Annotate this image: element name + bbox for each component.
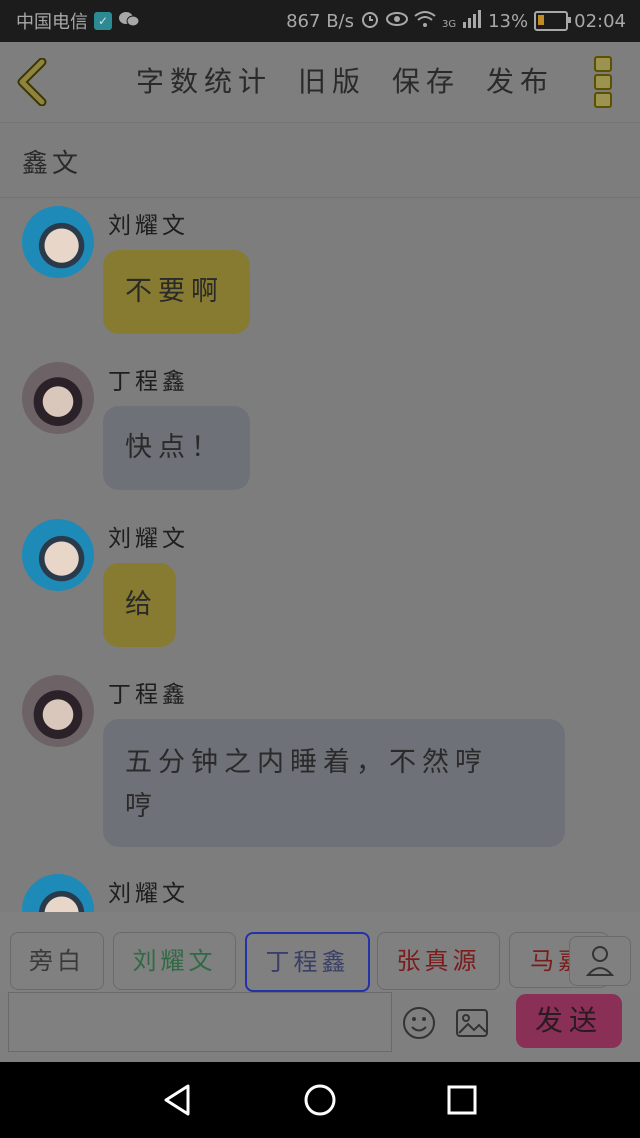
message-bubble[interactable]: 快点！	[103, 406, 250, 490]
net-speed: 867 B/s	[286, 10, 354, 32]
wifi-icon	[414, 10, 436, 33]
signal-icon	[462, 9, 482, 33]
eye-icon	[385, 11, 408, 32]
toolbar: 字数统计 旧版 保存 发布	[0, 42, 640, 123]
sender-name: 刘耀文	[108, 213, 189, 239]
image-icon	[456, 1009, 488, 1037]
nav-home-button[interactable]	[302, 1082, 338, 1118]
character-ding-chengxin[interactable]: 丁程鑫	[245, 932, 370, 992]
message-bubble[interactable]: 给	[103, 563, 176, 647]
square-recents-icon	[447, 1085, 477, 1115]
battery-icon	[534, 11, 572, 31]
save-button[interactable]: 保存	[392, 60, 460, 100]
old-version-button[interactable]: 旧版	[298, 60, 366, 100]
story-title-row[interactable]: 鑫文	[0, 123, 640, 198]
circle-home-icon	[304, 1084, 336, 1116]
chevron-left-icon	[17, 57, 47, 107]
character-selector: 旁白 刘耀文 丁程鑫 张真源 马嘉	[0, 912, 640, 992]
word-count-button[interactable]: 字数统计	[136, 60, 272, 100]
message-line: 五分钟之内睡着，不然哼	[125, 747, 488, 778]
alarm-icon	[360, 9, 380, 34]
avatar[interactable]	[22, 362, 94, 434]
menu-dot-icon	[594, 92, 612, 108]
nav-recents-button[interactable]	[444, 1082, 480, 1118]
person-icon	[585, 946, 615, 976]
character-liu-yaowen[interactable]: 刘耀文	[113, 932, 236, 990]
toolbar-actions: 字数统计 旧版 保存 发布	[136, 60, 554, 100]
carrier-label: 中国电信	[16, 12, 88, 33]
avatar[interactable]	[22, 206, 94, 278]
back-button[interactable]	[12, 57, 56, 107]
avatar[interactable]	[22, 874, 94, 912]
sender-name: 丁程鑫	[108, 369, 189, 395]
send-button[interactable]: 发送	[516, 994, 622, 1048]
sender-name: 刘耀文	[108, 526, 189, 552]
avatar[interactable]	[22, 519, 94, 591]
battery-percent: 13%	[488, 10, 529, 32]
sender-name: 刘耀文	[108, 881, 189, 907]
wechat-icon	[118, 10, 140, 33]
network-type: 3G	[441, 18, 457, 30]
navigation-bar	[0, 1062, 640, 1138]
menu-dot-icon	[594, 74, 612, 90]
chat-list[interactable]: 刘耀文 不要啊 丁程鑫 快点！ 刘耀文 给 丁程鑫 五分钟之内睡着，不然哼 哼 …	[0, 198, 640, 912]
message-input[interactable]	[8, 992, 392, 1052]
menu-dot-icon	[594, 56, 612, 72]
add-character-button[interactable]	[569, 936, 631, 986]
image-button[interactable]	[455, 1008, 489, 1038]
clock: 02:04	[574, 10, 626, 32]
publish-button[interactable]: 发布	[486, 60, 554, 100]
message-line: 哼	[125, 791, 158, 822]
message-bubble[interactable]: 不要啊	[103, 250, 250, 334]
status-bar: 中国电信 ✓ 867 B/s 3G 13% 02:04	[0, 0, 640, 42]
character-zhang-zhenyuan[interactable]: 张真源	[377, 932, 500, 990]
shield-icon: ✓	[94, 12, 112, 30]
input-row: 发送	[0, 992, 640, 1062]
avatar[interactable]	[22, 675, 94, 747]
sender-name: 丁程鑫	[108, 682, 189, 708]
character-narrator[interactable]: 旁白	[10, 932, 104, 990]
triangle-back-icon	[164, 1084, 190, 1116]
nav-back-button[interactable]	[160, 1082, 196, 1118]
message-bubble[interactable]: 五分钟之内睡着，不然哼 哼	[103, 719, 565, 847]
emoji-button[interactable]	[402, 1006, 436, 1040]
more-menu-button[interactable]	[594, 56, 614, 108]
story-title: 鑫文	[22, 149, 83, 179]
smiley-icon	[403, 1007, 435, 1039]
